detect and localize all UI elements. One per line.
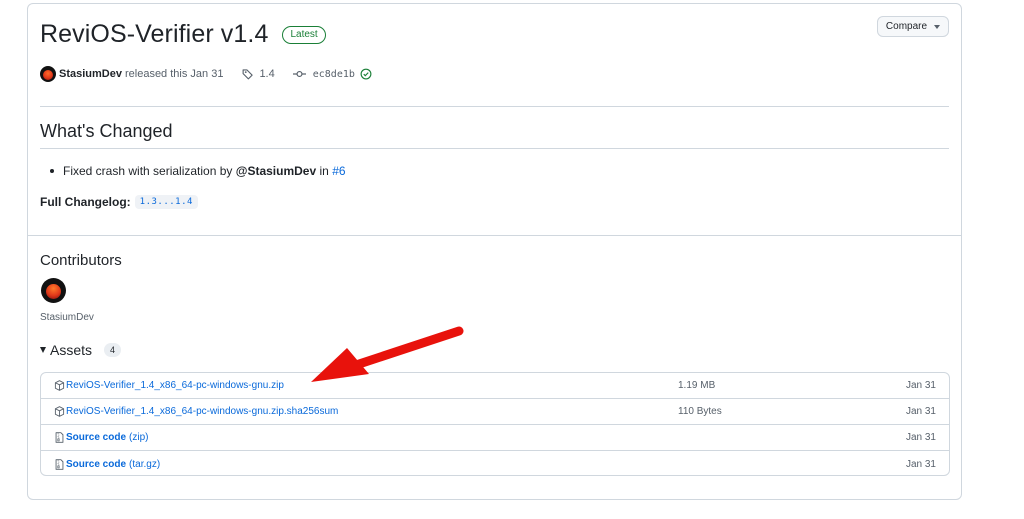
- release-header: ReviOS-Verifier v1.4 Latest: [40, 20, 326, 49]
- asset-size: 1.19 MB: [678, 380, 716, 391]
- asset-date: Jan 31: [905, 458, 936, 470]
- released-text: released this Jan 31: [124, 68, 224, 80]
- source-code-zip-link[interactable]: Source code: [66, 432, 126, 443]
- asset-date: Jan 31: [905, 380, 936, 391]
- header-divider: [40, 106, 949, 107]
- changelog-label: Full Changelog:: [40, 195, 131, 209]
- commit-hash: ec8de1b: [312, 68, 355, 80]
- assets-count-badge: 4: [104, 343, 122, 357]
- contributor-name: StasiumDev: [40, 312, 94, 323]
- assets-toggle[interactable]: Assets 4: [40, 342, 122, 358]
- file-zip-icon: [54, 458, 65, 470]
- tag-icon: [243, 69, 254, 80]
- mention-link[interactable]: @StasiumDev: [236, 164, 316, 178]
- author-link[interactable]: StasiumDev: [59, 68, 122, 80]
- release-title[interactable]: ReviOS-Verifier v1.4: [40, 20, 268, 49]
- commit-link[interactable]: ec8de1b: [292, 68, 355, 80]
- section-divider: [28, 235, 961, 236]
- chevron-down-icon: [934, 24, 941, 29]
- file-zip-icon: [54, 432, 65, 443]
- contributors-heading: Contributors: [40, 252, 122, 269]
- heading-underline: [40, 148, 949, 149]
- change-list-item: Fixed crash with serialization by @Stasi…: [50, 164, 346, 178]
- whats-changed-heading: What's Changed: [40, 121, 173, 141]
- asset-row: ReviOS-Verifier_1.4_x86_64-pc-windows-gn…: [41, 399, 949, 425]
- asset-download-link[interactable]: ReviOS-Verifier_1.4_x86_64-pc-windows-gn…: [66, 406, 338, 417]
- triangle-down-icon: [40, 347, 46, 353]
- tag-label: 1.4: [259, 68, 275, 80]
- release-meta: StasiumDev released this Jan 31 1.4 ec8d…: [40, 66, 372, 82]
- contributor-avatar[interactable]: [41, 278, 66, 303]
- asset-size: 110 Bytes: [678, 406, 722, 417]
- pull-request-link[interactable]: #6: [332, 164, 345, 178]
- asset-row: Source code (zip) Jan 31: [41, 425, 949, 451]
- changelog-compare-link[interactable]: 1.3...1.4: [134, 195, 198, 209]
- latest-badge: Latest: [282, 25, 326, 44]
- compare-button[interactable]: Compare: [877, 16, 949, 37]
- package-icon: [54, 406, 65, 417]
- commit-icon: [292, 70, 306, 78]
- package-icon: [54, 380, 65, 391]
- asset-row: Source code (tar.gz) Jan 31: [41, 451, 949, 475]
- source-code-format[interactable]: (tar.gz): [129, 459, 160, 470]
- asset-download-link[interactable]: ReviOS-Verifier_1.4_x86_64-pc-windows-gn…: [66, 380, 284, 391]
- in-text: in: [319, 164, 329, 178]
- tag-link[interactable]: 1.4: [242, 68, 275, 80]
- release-card: ReviOS-Verifier v1.4 Latest Compare Stas…: [27, 3, 962, 500]
- author-avatar[interactable]: [40, 66, 56, 82]
- full-changelog: Full Changelog: 1.3...1.4: [40, 195, 198, 209]
- asset-date: Jan 31: [905, 432, 936, 443]
- source-code-targz-link[interactable]: Source code: [66, 459, 126, 470]
- asset-date: Jan 31: [905, 406, 936, 417]
- compare-label: Compare: [885, 21, 928, 32]
- verified-check-icon[interactable]: [360, 68, 372, 80]
- assets-list: ReviOS-Verifier_1.4_x86_64-pc-windows-gn…: [40, 372, 950, 476]
- source-code-format[interactable]: (zip): [129, 432, 148, 443]
- asset-row: ReviOS-Verifier_1.4_x86_64-pc-windows-gn…: [41, 373, 949, 399]
- change-text: Fixed crash with serialization by: [63, 164, 233, 178]
- bullet: [50, 169, 54, 173]
- assets-heading: Assets: [50, 342, 93, 358]
